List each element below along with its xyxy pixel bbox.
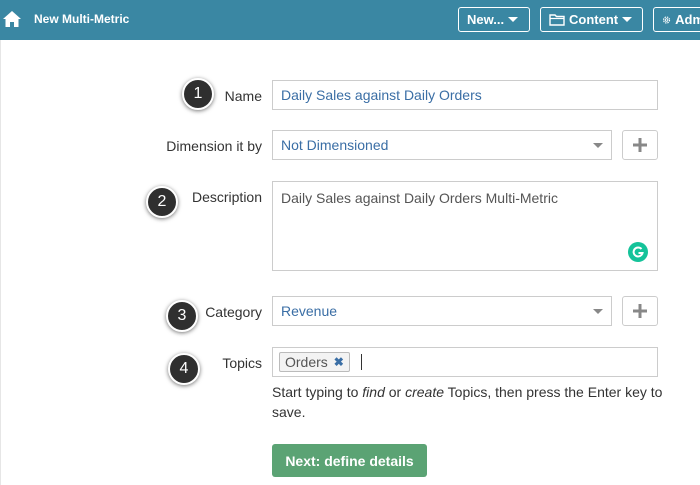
grammarly-icon[interactable]: [628, 242, 648, 262]
category-label: Category: [205, 304, 262, 320]
folder-icon: [549, 14, 565, 26]
category-select-value: Revenue: [281, 303, 338, 319]
dimension-label: Dimension it by: [166, 138, 262, 154]
description-textarea[interactable]: Daily Sales against Daily Orders Multi-M…: [272, 181, 658, 271]
plus-icon: [633, 138, 647, 152]
dimension-select-value: Not Dimensioned: [281, 137, 389, 153]
gear-icon: [662, 15, 671, 24]
topics-label: Topics: [222, 355, 262, 371]
description-textarea-value: Daily Sales against Daily Orders Multi-M…: [281, 190, 558, 206]
admin-button[interactable]: Adm: [653, 7, 700, 32]
remove-tag-icon[interactable]: ✖: [334, 355, 344, 369]
description-label: Description: [191, 189, 262, 205]
new-button-label: New...: [467, 12, 505, 27]
admin-button-label: Adm: [675, 12, 700, 27]
page-title: New Multi-Metric: [34, 12, 130, 26]
step-badge-3: 3: [166, 300, 198, 332]
content-button[interactable]: Content: [540, 7, 643, 32]
name-label: Name: [224, 88, 262, 104]
content-button-label: Content: [569, 12, 619, 27]
topic-tag-label: Orders: [285, 354, 328, 370]
add-dimension-button[interactable]: [622, 130, 658, 160]
dimension-select[interactable]: Not Dimensioned: [272, 130, 612, 160]
new-button[interactable]: New...: [458, 7, 530, 32]
topics-help-text: Start typing to find or create Topics, t…: [272, 384, 663, 420]
chevron-down-icon: [593, 309, 603, 314]
name-input-value: Daily Sales against Daily Orders: [281, 87, 482, 103]
top-bar: New Multi-Metric New... Content Adm: [0, 0, 700, 40]
text-cursor: [361, 354, 362, 370]
chevron-down-icon: [622, 17, 633, 22]
step-badge-4: 4: [168, 353, 200, 385]
add-category-button[interactable]: [622, 296, 658, 326]
name-input[interactable]: Daily Sales against Daily Orders: [272, 80, 658, 110]
home-icon[interactable]: [2, 9, 22, 29]
next-define-details-button[interactable]: Next: define details: [272, 444, 427, 477]
category-select[interactable]: Revenue: [272, 296, 612, 326]
step-badge-2: 2: [146, 186, 178, 218]
topic-tag: Orders ✖: [279, 352, 350, 372]
plus-icon: [633, 304, 647, 318]
chevron-down-icon: [508, 17, 519, 22]
chevron-down-icon: [593, 143, 603, 148]
